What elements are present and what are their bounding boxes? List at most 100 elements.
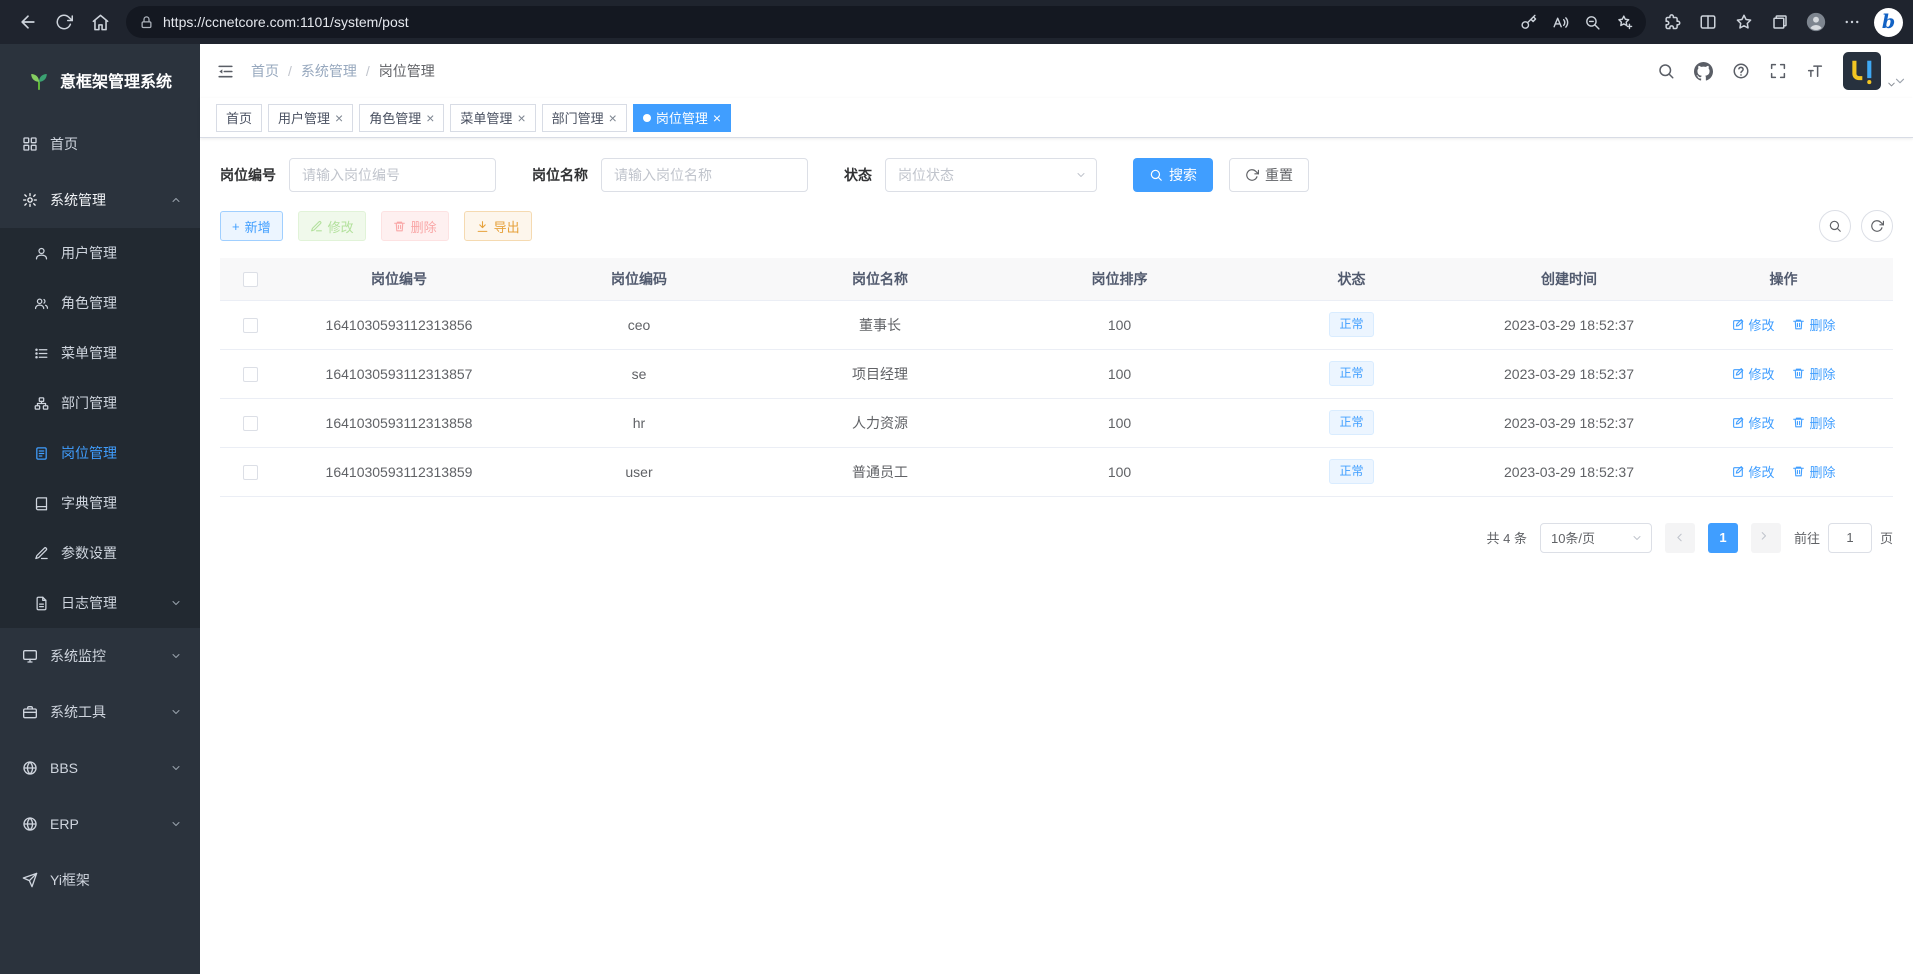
sidebar-item-home[interactable]: 首页 bbox=[0, 116, 200, 172]
delete-link[interactable]: 删除 bbox=[1792, 413, 1835, 432]
edit-button[interactable]: 修改 bbox=[298, 211, 366, 241]
delete-link[interactable]: 删除 bbox=[1792, 462, 1835, 481]
cell-post-name: 人力资源 bbox=[760, 398, 1000, 447]
delete-button[interactable]: 删除 bbox=[381, 211, 449, 241]
edit-link[interactable]: 修改 bbox=[1732, 462, 1775, 481]
search-button-label: 搜索 bbox=[1169, 165, 1197, 185]
edge-sidebar-collapse-caret[interactable] bbox=[1893, 74, 1907, 93]
sidebar-item-dict-mgmt[interactable]: 字典管理 bbox=[0, 478, 200, 528]
tab-dept-mgmt[interactable]: 部门管理× bbox=[542, 104, 627, 132]
select-all-checkbox[interactable] bbox=[243, 272, 258, 287]
profile-avatar[interactable] bbox=[1798, 5, 1834, 39]
refresh-table-button[interactable] bbox=[1861, 210, 1893, 242]
read-aloud-icon[interactable] bbox=[1544, 8, 1576, 36]
sidebar-item-dept-mgmt[interactable]: 部门管理 bbox=[0, 378, 200, 428]
edit-link[interactable]: 修改 bbox=[1732, 315, 1775, 334]
back-button[interactable] bbox=[10, 5, 46, 39]
search-icon[interactable] bbox=[1657, 62, 1675, 80]
tab-user-mgmt[interactable]: 用户管理× bbox=[268, 104, 353, 132]
row-checkbox[interactable] bbox=[243, 367, 258, 382]
split-screen-icon[interactable] bbox=[1690, 5, 1726, 39]
table-row[interactable]: 1641030593112313856 ceo 董事长 100 正常 2023-… bbox=[220, 300, 1893, 349]
refresh-button[interactable] bbox=[46, 5, 82, 39]
site-lock-icon[interactable] bbox=[139, 15, 154, 30]
app-root: 意框架管理系统 首页 系统管理 用户管理 角色管理 bbox=[0, 44, 1913, 974]
help-icon[interactable] bbox=[1732, 62, 1750, 80]
row-checkbox[interactable] bbox=[243, 318, 258, 333]
tab-close-icon[interactable]: × bbox=[713, 111, 721, 125]
sidebar-item-user-mgmt[interactable]: 用户管理 bbox=[0, 228, 200, 278]
row-checkbox[interactable] bbox=[243, 465, 258, 480]
sidebar-item-tools[interactable]: 系统工具 bbox=[0, 684, 200, 740]
tab-label: 首页 bbox=[226, 108, 252, 127]
row-checkbox[interactable] bbox=[243, 416, 258, 431]
sidebar-item-role-mgmt[interactable]: 角色管理 bbox=[0, 278, 200, 328]
table-row[interactable]: 1641030593112313857 se 项目经理 100 正常 2023-… bbox=[220, 349, 1893, 398]
collections-icon[interactable] bbox=[1762, 5, 1798, 39]
user-avatar[interactable] bbox=[1843, 52, 1897, 90]
favorites-icon[interactable] bbox=[1726, 5, 1762, 39]
page-number-button[interactable]: 1 bbox=[1708, 523, 1738, 553]
add-button[interactable]: + 新增 bbox=[220, 211, 283, 241]
page-size-select[interactable]: 10条/页 bbox=[1540, 523, 1652, 553]
sidebar-item-post-mgmt[interactable]: 岗位管理 bbox=[0, 428, 200, 478]
tab-close-icon[interactable]: × bbox=[335, 111, 343, 125]
post-code-input[interactable] bbox=[289, 158, 496, 192]
tab-menu-mgmt[interactable]: 菜单管理× bbox=[450, 104, 535, 132]
font-size-icon[interactable] bbox=[1806, 62, 1824, 80]
address-bar[interactable]: https://ccnetcore.com:1101/system/post bbox=[126, 6, 1646, 38]
tab-close-icon[interactable]: × bbox=[517, 111, 525, 125]
sidebar-item-erp[interactable]: ERP bbox=[0, 796, 200, 852]
sidebar-item-log-mgmt[interactable]: 日志管理 bbox=[0, 578, 200, 628]
download-icon bbox=[476, 220, 489, 233]
sidebar-item-bbs[interactable]: BBS bbox=[0, 740, 200, 796]
cell-post-id: 1641030593112313859 bbox=[280, 447, 518, 496]
toggle-search-button[interactable] bbox=[1819, 210, 1851, 242]
tab-close-icon[interactable]: × bbox=[609, 111, 617, 125]
extensions-icon[interactable] bbox=[1654, 5, 1690, 39]
cell-created: 2023-03-29 18:52:37 bbox=[1464, 349, 1674, 398]
sidebar-item-menu-mgmt[interactable]: 菜单管理 bbox=[0, 328, 200, 378]
prev-page-button[interactable] bbox=[1665, 523, 1695, 553]
zoom-icon[interactable] bbox=[1576, 8, 1608, 36]
tab-home[interactable]: 首页 bbox=[216, 104, 262, 132]
send-icon bbox=[22, 872, 38, 888]
edit-link[interactable]: 修改 bbox=[1732, 364, 1775, 383]
sidebar-item-yi-framework[interactable]: Yi框架 bbox=[0, 852, 200, 908]
status-select[interactable]: 岗位状态 bbox=[885, 158, 1097, 192]
tab-post-mgmt[interactable]: 岗位管理× bbox=[633, 104, 731, 132]
fullscreen-icon[interactable] bbox=[1769, 62, 1787, 80]
delete-link[interactable]: 删除 bbox=[1792, 364, 1835, 383]
sidebar-item-monitor[interactable]: 系统监控 bbox=[0, 628, 200, 684]
table-row[interactable]: 1641030593112313859 user 普通员工 100 正常 202… bbox=[220, 447, 1893, 496]
header-actions bbox=[1657, 52, 1897, 90]
tab-close-icon[interactable]: × bbox=[426, 111, 434, 125]
bing-chat-icon[interactable]: b bbox=[1874, 8, 1903, 37]
tab-role-mgmt[interactable]: 角色管理× bbox=[359, 104, 444, 132]
more-menu-icon[interactable] bbox=[1834, 5, 1870, 39]
sidebar-item-label: 部门管理 bbox=[61, 393, 117, 413]
edit-link[interactable]: 修改 bbox=[1732, 413, 1775, 432]
delete-link[interactable]: 删除 bbox=[1792, 315, 1835, 334]
export-button[interactable]: 导出 bbox=[464, 211, 532, 241]
post-name-input[interactable] bbox=[601, 158, 808, 192]
next-page-button[interactable] bbox=[1751, 523, 1781, 553]
search-button[interactable]: 搜索 bbox=[1133, 158, 1213, 192]
sidebar-item-param-settings[interactable]: 参数设置 bbox=[0, 528, 200, 578]
reset-button[interactable]: 重置 bbox=[1229, 158, 1309, 192]
github-icon[interactable] bbox=[1694, 62, 1713, 81]
goto-page-input[interactable] bbox=[1828, 523, 1872, 553]
sidebar-item-system[interactable]: 系统管理 bbox=[0, 172, 200, 228]
table-row[interactable]: 1641030593112313858 hr 人力资源 100 正常 2023-… bbox=[220, 398, 1893, 447]
status-badge: 正常 bbox=[1329, 361, 1373, 386]
tags-view-bar: 首页 用户管理× 角色管理× 菜单管理× 部门管理× 岗位管理× bbox=[200, 98, 1913, 138]
add-favorite-icon[interactable] bbox=[1608, 8, 1640, 36]
sidebar-item-label: 系统管理 bbox=[50, 190, 106, 210]
browser-home-button[interactable] bbox=[82, 5, 118, 39]
breadcrumb-system[interactable]: 系统管理 bbox=[301, 61, 357, 81]
breadcrumb-home[interactable]: 首页 bbox=[251, 61, 279, 81]
page-content: 岗位编号 岗位名称 状态 岗位状态 bbox=[200, 138, 1913, 974]
sidebar-toggle-icon[interactable] bbox=[216, 62, 235, 81]
password-key-icon[interactable] bbox=[1512, 8, 1544, 36]
app-logo[interactable]: 意框架管理系统 bbox=[0, 44, 200, 116]
